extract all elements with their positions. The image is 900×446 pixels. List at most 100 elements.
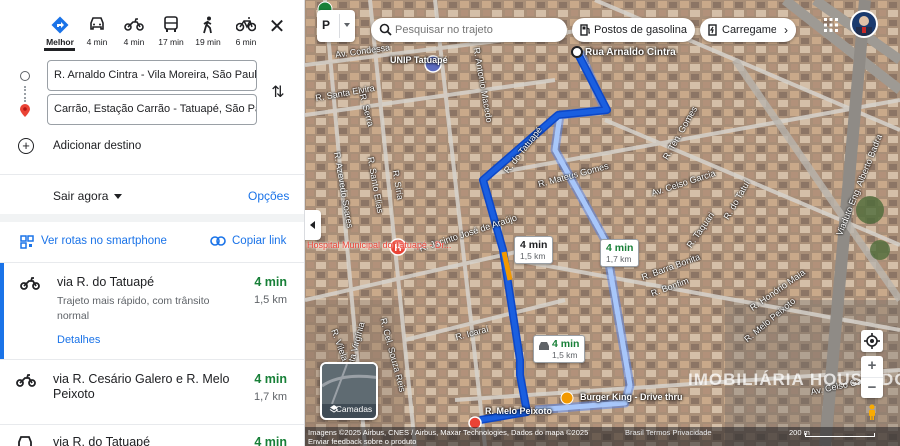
route-trail-dots [24, 86, 26, 102]
account-avatar[interactable] [850, 10, 878, 38]
feedback-link[interactable]: Enviar feedback sobre o produto [308, 437, 416, 446]
mode-bicycle[interactable]: 6 min [228, 14, 264, 50]
imagery-attribution: Imagens ©2025 Airbus, CNES / Airbus, Max… [308, 428, 589, 437]
section-separator [0, 214, 304, 222]
origin-input[interactable]: R. Arnaldo Cintra - Vila Moreira, São Pa… [47, 60, 257, 91]
mode-transit-time: 17 min [158, 37, 184, 47]
add-destination-icon[interactable]: + [18, 138, 34, 154]
car-icon [539, 342, 549, 350]
close-directions-button[interactable]: ✕ [266, 16, 288, 38]
layers-preview [322, 364, 376, 405]
mode-transit[interactable]: 17 min [153, 14, 189, 50]
destination-street-label: R. Melo Peixoto [485, 406, 553, 416]
route-time: 4 min [254, 435, 287, 446]
destination-input[interactable]: Carrão, Estação Carrão - Tatuapé, São Pa… [47, 94, 257, 125]
route-time: 4 min [254, 372, 287, 386]
route-info-alt[interactable]: 4 min 1,7 km [600, 239, 640, 267]
mode-car[interactable]: 4 min [79, 14, 115, 50]
route-info-main[interactable]: 4 min 1,5 km [514, 236, 554, 264]
mode-car-time: 4 min [86, 37, 108, 47]
bus-icon [153, 16, 189, 36]
map-type-label: P [322, 18, 331, 32]
satellite-map[interactable]: H Av. Condessa R. Santa Elvira R. Antoni… [305, 0, 900, 446]
travel-mode-bar: Melhor 4 min 4 min 17 min 19 min 6 min ✕ [0, 0, 304, 51]
route-option-2[interactable]: via R. Cesário Galero e R. Melo Peixoto … [0, 360, 304, 422]
origin-label: Rua Arnaldo Cintra [585, 47, 676, 58]
terms-links[interactable]: Brasil Termos Privacidade [625, 428, 712, 437]
route-info-time: 4 min [520, 239, 548, 251]
bicycle-icon [228, 16, 264, 36]
collapse-panel-button[interactable] [305, 210, 321, 240]
route-search-box[interactable] [371, 18, 567, 42]
directions-panel: Melhor 4 min 4 min 17 min 19 min 6 min ✕… [0, 0, 305, 446]
route-search-input[interactable] [395, 21, 560, 39]
mode-bike-time: 6 min [235, 37, 257, 47]
chevron-down-icon [344, 23, 350, 27]
destination-pin-icon [19, 104, 31, 118]
origin-dot-icon [20, 71, 30, 81]
route-info-distance: 1,5 km [552, 350, 578, 360]
route-title: via R. do Tatuapé [57, 275, 155, 289]
link-icon [210, 235, 226, 249]
mode-moto-time: 4 min [123, 37, 145, 47]
chevron-left-icon [310, 221, 315, 229]
route-info-distance: 1,7 km [606, 254, 632, 264]
route-distance: 1,7 km [253, 391, 287, 403]
hospital-label: Hospital Municipal do Tatuapé - Dr... [307, 240, 452, 250]
motorcycle-icon [116, 16, 152, 36]
ev-charging-icon [708, 24, 717, 36]
unip-label: UNIP Tatuapé [390, 55, 448, 65]
gas-stations-chip[interactable]: Postos de gasolina [572, 18, 695, 42]
attribution-bar: Imagens ©2025 Airbus, CNES / Airbus, Max… [305, 427, 900, 446]
route-info-car[interactable]: 4 min 1,5 km [533, 335, 586, 363]
mode-walk-time: 19 min [195, 37, 221, 47]
options-button[interactable]: Opções [248, 189, 289, 203]
crosshair-icon [864, 333, 880, 349]
best-route-icon [42, 16, 78, 36]
swap-directions-icon[interactable]: ⇅ [268, 82, 288, 102]
street-view-pegman-icon[interactable] [865, 404, 879, 420]
chevron-down-icon [114, 194, 123, 200]
zoom-control: + − [861, 356, 883, 398]
zoom-out-button[interactable]: − [861, 377, 883, 397]
my-location-button[interactable] [861, 330, 883, 352]
mode-walk[interactable]: 19 min [190, 14, 226, 50]
layers-button[interactable]: Camadas [320, 362, 378, 420]
route-info-time: 4 min [606, 242, 634, 254]
car-icon [79, 16, 115, 36]
send-to-phone-link[interactable]: Ver rotas no smartphone [41, 235, 167, 247]
add-destination-label[interactable]: Adicionar destino [53, 140, 141, 152]
divider [339, 14, 340, 38]
walk-icon [190, 16, 226, 36]
route-details-link[interactable]: Detalhes [57, 334, 100, 346]
route-title: via R. do Tatuapé [53, 435, 151, 446]
active-mode-indicator [44, 48, 75, 51]
mode-best[interactable]: Melhor [42, 14, 78, 50]
map-type-button[interactable]: P [317, 10, 355, 42]
motorcycle-icon [16, 372, 36, 388]
layers-label: Camadas [335, 404, 373, 414]
route-option-1[interactable]: via R. do Tatuapé 4 min 1,5 km Trajeto m… [0, 263, 304, 359]
route-inputs: R. Arnaldo Cintra - Vila Moreira, São Pa… [0, 58, 304, 168]
mode-best-label: Melhor [46, 37, 74, 47]
car-icon [16, 435, 36, 446]
divider [0, 174, 304, 175]
copy-link-button[interactable]: Copiar link [232, 235, 286, 247]
route-info-time: 4 min [552, 338, 580, 350]
share-row: Ver rotas no smartphone Copiar link [0, 228, 304, 256]
burger-king-label: Burger King - Drive thru [580, 392, 683, 402]
apps-grid-icon[interactable] [824, 18, 838, 32]
depart-time-dropdown[interactable]: Sair agora [53, 189, 123, 203]
route-description: Trajeto mais rápido, com trânsito normal [57, 295, 210, 322]
gas-stations-label: Postos de gasolina [594, 24, 687, 36]
route-option-3[interactable]: via R. do Tatuapé 4 min [0, 425, 304, 446]
route-distance: 1,5 km [253, 294, 287, 306]
mode-motorcycle[interactable]: 4 min [116, 14, 152, 50]
route-title: via R. Cesário Galero e R. Melo Peixoto [53, 372, 230, 401]
zoom-in-button[interactable]: + [861, 356, 883, 376]
motorcycle-icon [20, 275, 40, 291]
route-info-distance: 1,5 km [520, 251, 546, 261]
qr-phone-icon [20, 235, 34, 249]
route-time: 4 min [254, 275, 287, 289]
chips-scroll-right-icon[interactable]: › [776, 20, 796, 40]
